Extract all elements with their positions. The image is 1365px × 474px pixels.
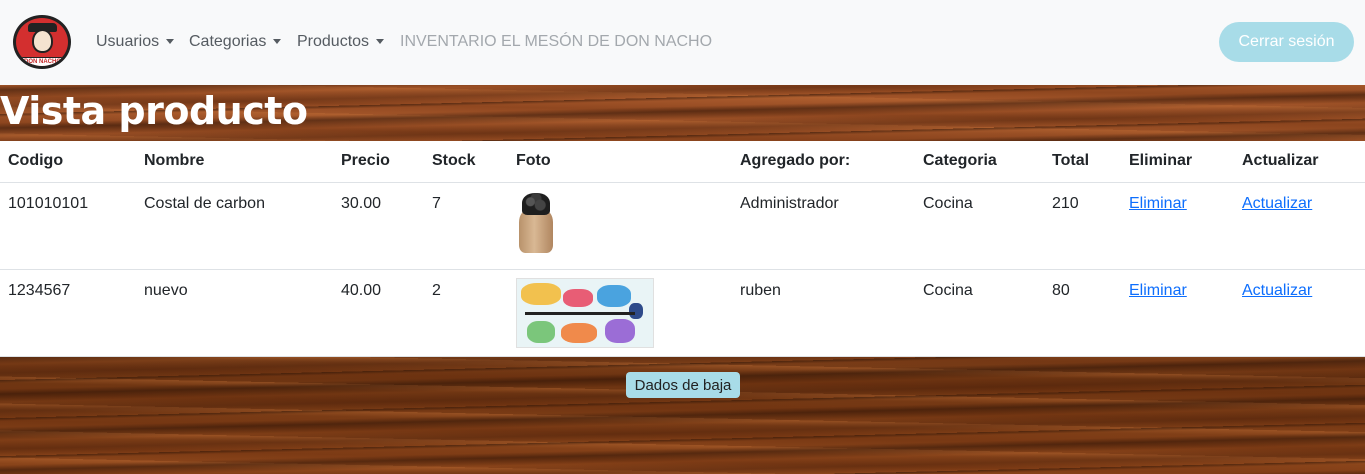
column-header-agregado-por: Agregado por: bbox=[732, 141, 915, 183]
nav-label-usuarios: Usuarios bbox=[96, 33, 160, 50]
column-header-total: Total bbox=[1044, 141, 1121, 183]
cell-categoria: Cocina bbox=[915, 269, 1044, 357]
top-navbar: DON NACHO Usuarios Categorias Productos … bbox=[0, 0, 1365, 85]
collage-shape bbox=[527, 320, 555, 343]
table-row: 101010101 Costal de carbon 30.00 7 Admin… bbox=[0, 182, 1365, 270]
caret-down-icon bbox=[376, 39, 385, 45]
collage-shape bbox=[521, 282, 561, 305]
collage-shape bbox=[629, 302, 643, 319]
collage-product-image bbox=[516, 277, 654, 348]
cell-categoria: Cocina bbox=[915, 182, 1044, 270]
deactivated-items-button[interactable]: Dados de baja bbox=[626, 372, 740, 398]
nav-dropdown-categorias[interactable]: Categorias bbox=[189, 31, 282, 53]
nav-dropdown-productos[interactable]: Productos bbox=[297, 31, 385, 53]
cell-foto bbox=[508, 269, 732, 357]
collage-shape bbox=[605, 318, 635, 343]
products-table: Codigo Nombre Precio Stock Foto Agregado… bbox=[0, 141, 1365, 357]
column-header-stock: Stock bbox=[424, 141, 508, 183]
page-title: Vista producto bbox=[0, 89, 308, 133]
cell-stock: 7 bbox=[424, 182, 508, 270]
collage-bar bbox=[525, 311, 635, 315]
caret-down-icon bbox=[166, 39, 175, 45]
column-header-foto: Foto bbox=[508, 141, 732, 183]
delete-link[interactable]: Eliminar bbox=[1129, 195, 1187, 212]
restaurant-logo[interactable]: DON NACHO bbox=[13, 15, 71, 69]
nav-brand-text[interactable]: INVENTARIO EL MESÓN DE DON NACHO bbox=[400, 31, 712, 53]
cell-precio: 40.00 bbox=[333, 269, 424, 357]
coal-sack-product-image bbox=[516, 191, 556, 255]
logo-face-shape bbox=[32, 29, 53, 53]
cell-stock: 2 bbox=[424, 269, 508, 357]
caret-down-icon bbox=[273, 39, 282, 45]
sack-bag-shape bbox=[519, 208, 553, 253]
column-header-eliminar: Eliminar bbox=[1121, 141, 1234, 183]
collage-shape bbox=[563, 288, 593, 307]
column-header-nombre: Nombre bbox=[136, 141, 333, 183]
column-header-codigo: Codigo bbox=[0, 141, 136, 183]
update-link[interactable]: Actualizar bbox=[1242, 282, 1312, 299]
cell-eliminar: Eliminar bbox=[1121, 182, 1234, 270]
collage-shape bbox=[597, 284, 631, 307]
cell-total: 80 bbox=[1044, 269, 1121, 357]
nav-label-productos: Productos bbox=[297, 33, 370, 50]
table-row: 1234567 nuevo 40.00 2 ruben Cocina 80 El… bbox=[0, 269, 1365, 357]
cell-eliminar: Eliminar bbox=[1121, 269, 1234, 357]
cell-nombre: nuevo bbox=[136, 269, 333, 357]
cell-precio: 30.00 bbox=[333, 182, 424, 270]
cell-codigo: 101010101 bbox=[0, 182, 136, 270]
logo-banner: DON NACHO bbox=[22, 57, 63, 66]
delete-link[interactable]: Eliminar bbox=[1129, 282, 1187, 299]
column-header-precio: Precio bbox=[333, 141, 424, 183]
cell-agregado-por: ruben bbox=[732, 269, 915, 357]
cell-nombre: Costal de carbon bbox=[136, 182, 333, 270]
cell-codigo: 1234567 bbox=[0, 269, 136, 357]
coal-pile-shape bbox=[522, 192, 550, 215]
cell-actualizar: Actualizar bbox=[1234, 269, 1365, 357]
cell-foto bbox=[508, 182, 732, 270]
products-table-container: Codigo Nombre Precio Stock Foto Agregado… bbox=[0, 141, 1365, 357]
column-header-actualizar: Actualizar bbox=[1234, 141, 1365, 183]
nav-dropdown-usuarios[interactable]: Usuarios bbox=[96, 31, 175, 53]
logout-button[interactable]: Cerrar sesión bbox=[1219, 22, 1354, 62]
update-link[interactable]: Actualizar bbox=[1242, 195, 1312, 212]
cell-agregado-por: Administrador bbox=[732, 182, 915, 270]
collage-shape bbox=[561, 322, 597, 343]
table-header-row: Codigo Nombre Precio Stock Foto Agregado… bbox=[0, 141, 1365, 183]
cell-actualizar: Actualizar bbox=[1234, 182, 1365, 270]
nav-label-categorias: Categorias bbox=[189, 33, 267, 50]
column-header-categoria: Categoria bbox=[915, 141, 1044, 183]
cell-total: 210 bbox=[1044, 182, 1121, 270]
